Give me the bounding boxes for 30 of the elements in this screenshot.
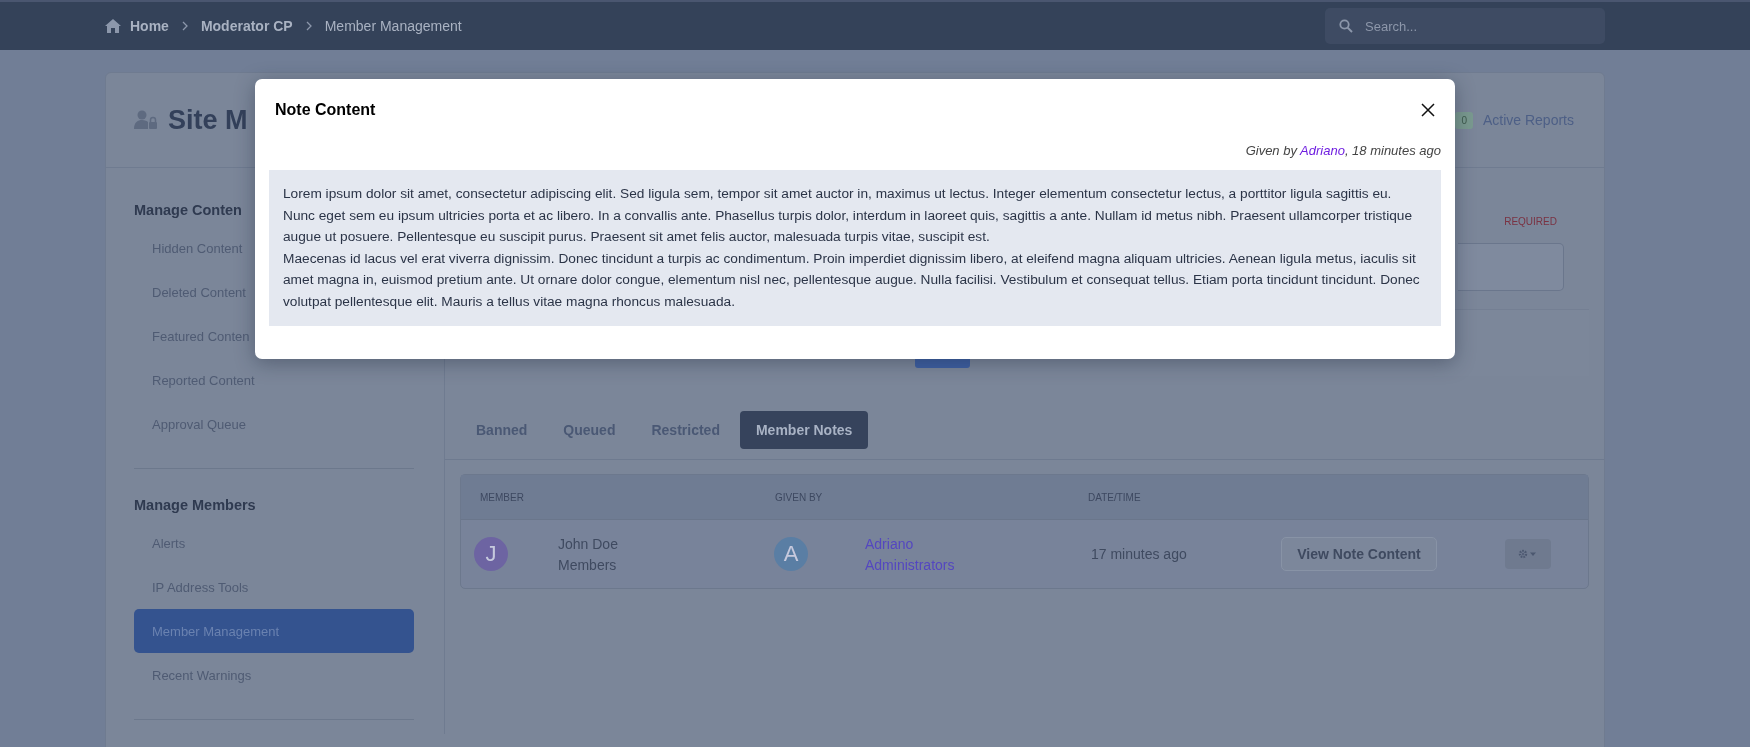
avatar: J — [474, 537, 508, 571]
date-time: 17 minutes ago — [1091, 546, 1188, 562]
dialog-title: Note Content — [275, 101, 376, 119]
close-icon[interactable] — [1421, 103, 1435, 117]
view-note-button[interactable]: View Note Content — [1281, 537, 1437, 571]
group-link[interactable]: Administrators — [865, 556, 1065, 573]
settings-icon — [1518, 549, 1538, 559]
chevron-icon — [305, 21, 312, 31]
author-link[interactable]: Adriano — [1300, 143, 1345, 158]
user-lock-icon — [134, 110, 158, 130]
note-paragraph: Lorem ipsum dolor sit amet, consectetur adipiscing elit. Sed ligula sem, tempor sit amet auctor in, maximus ut lectus. Integer elementum consectetur lectus, a porttitor ligula sagittis eu. Nunc eget sem eu ipsum ultricies porta et ac libero. In a convallis ante. Phasellus turpis dolor, interdum in laoreet quis, sagittis a ante. Nullam id metus nibh. Praesent ullamcorper tristique augue ut posuere. Pellentesque eu suscipit purus. Praesent sit amet felis auctor, malesuada turpis vitae, suscipit est. — [283, 185, 1414, 246]
member-group: Members — [558, 556, 774, 573]
required-label: REQUIRED — [1504, 216, 1557, 227]
settings-menu-button[interactable] — [1505, 539, 1551, 569]
section-heading: Manage Members — [134, 496, 256, 515]
breadcrumb-link[interactable]: Member Management — [324, 18, 462, 34]
section-heading: Manage Conten — [134, 201, 242, 220]
breadcrumb-link[interactable]: Home — [130, 18, 169, 34]
page-title: Site M — [168, 104, 248, 136]
user-link[interactable]: Adriano — [865, 535, 1065, 552]
search-icon — [1339, 19, 1353, 33]
search-field[interactable]: Search... — [1325, 8, 1605, 44]
tab[interactable]: Member Notes — [739, 411, 869, 449]
chevron-icon — [181, 21, 188, 31]
avatar: A — [774, 537, 808, 571]
input-field[interactable] — [1458, 243, 1564, 291]
home-icon — [105, 19, 121, 33]
note-paragraph: Maecenas id lacus vel erat viverra dignissim. Donec tincidunt a turpis ac condimentum. Proin imperdiet dignissim libero, at eleifend magna aliquam ultricies. Aenean ligula metus, iaculis sit amet magna in, euismod pretium ante. Ut ornare dolor congue, elementum nisl nec, pellentesque augue. Nulla facilisi. Vestibulum et consequat tellus. Etiam porta tincidunt tincidunt. Donec volutpat pellentesque elit. Mauris a tellus vitae magna rhoncus malesuada. — [283, 249, 1421, 311]
member-name: John Doe — [558, 535, 619, 552]
breadcrumb-link[interactable]: Moderator CP — [200, 18, 293, 34]
